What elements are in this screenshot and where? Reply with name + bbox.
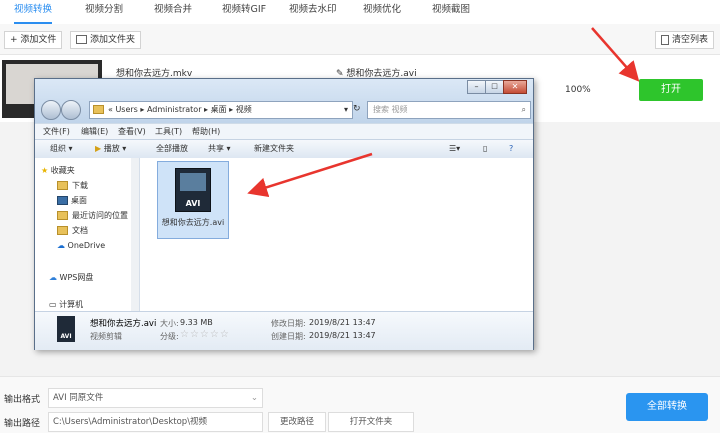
- arrow-to-avi-file: [247, 152, 373, 198]
- annotation-arrows: [247, 27, 640, 198]
- arrow-to-open-button: [591, 27, 640, 82]
